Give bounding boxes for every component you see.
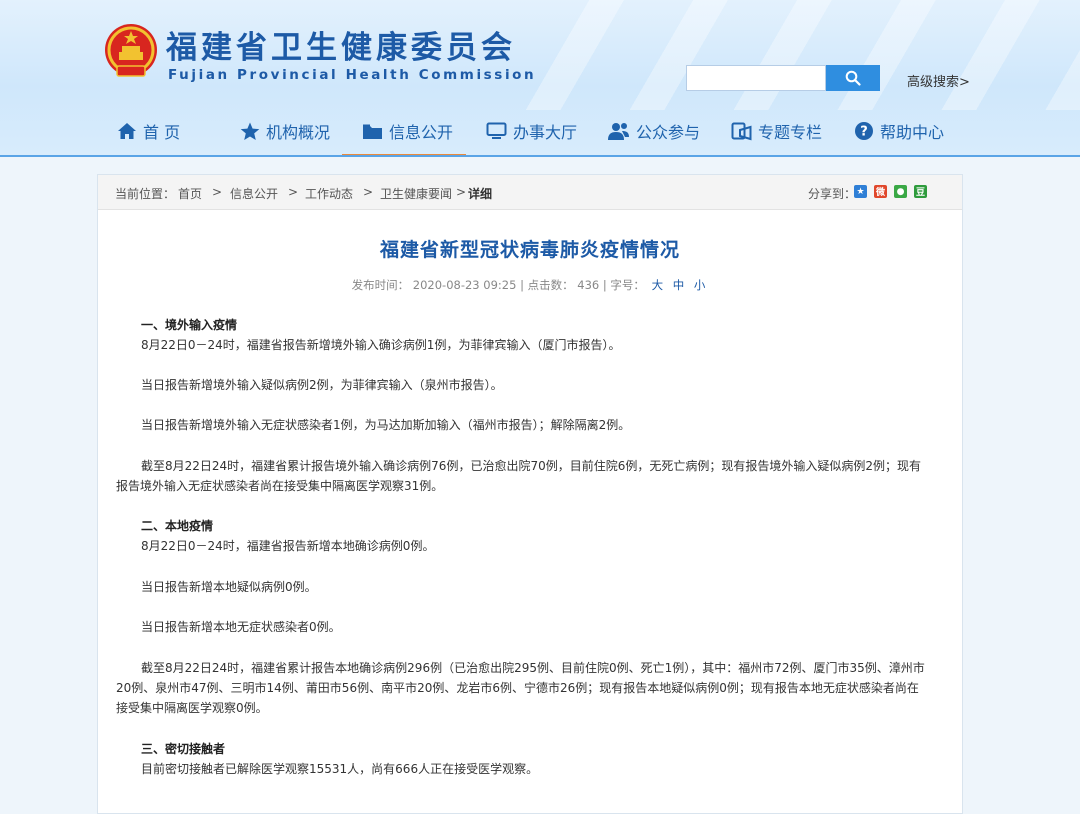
header-decoration xyxy=(520,0,1080,110)
article-panel: 当前位置： 首页 > 信息公开 > 工作动态 > 卫生健康要闻 > 详细 分享到… xyxy=(97,174,963,814)
star-icon xyxy=(240,122,260,141)
breadcrumb-separator: > xyxy=(212,185,223,199)
nav-item-label: 专题专栏 xyxy=(758,123,823,142)
share-weibo-icon[interactable]: 微 xyxy=(874,185,887,198)
section-heading: 三、密切接触者 xyxy=(141,742,226,756)
nav-item-special-topics[interactable]: 专题专栏 xyxy=(731,108,822,154)
paragraph: 当日报告新增境外输入无症状感染者1例，为马达加斯加输入（福州市报告）；解除隔离2… xyxy=(141,418,631,432)
breadcrumb-work-news[interactable]: 工作动态 xyxy=(305,185,353,202)
share-qzone-icon[interactable]: ★ xyxy=(854,185,867,198)
search-icon xyxy=(845,70,861,86)
paragraph: 8月22日0－24时，福建省报告新增本地确诊病例0例。 xyxy=(141,539,435,553)
people-icon xyxy=(607,122,630,141)
nav-item-help-center[interactable]: ? 帮助中心 xyxy=(854,108,944,154)
help-icon: ? xyxy=(854,121,874,141)
search-input[interactable] xyxy=(686,65,826,91)
nav-item-label: 公众参与 xyxy=(636,123,701,142)
national-emblem-icon xyxy=(105,24,157,77)
click-count: 436 xyxy=(577,278,600,292)
nav-item-label: 首 页 xyxy=(143,123,181,142)
breadcrumb-separator: > xyxy=(456,185,467,199)
paragraph-continued: 接受集中隔离医学观察0例。 xyxy=(116,701,268,715)
paragraph: 截至8月22日24时，福建省累计报告境外输入确诊病例76例，已治愈出院70例，目… xyxy=(141,459,921,473)
site-header: 福建省卫生健康委员会 Fujian Provincial Health Comm… xyxy=(0,0,1080,157)
font-size-large-button[interactable]: 大 xyxy=(652,278,664,292)
nav-item-service-hall[interactable]: 办事大厅 xyxy=(486,108,577,154)
section-heading: 一、境外输入疫情 xyxy=(141,318,238,332)
search-button[interactable] xyxy=(826,65,880,91)
nav-item-home[interactable]: 首 页 xyxy=(117,108,180,154)
article-title: 福建省新型冠状病毒肺炎疫情情况 xyxy=(379,239,680,261)
site-subtitle: Fujian Provincial Health Commission xyxy=(168,67,537,83)
font-size-small-button[interactable]: 小 xyxy=(694,278,706,292)
publish-time: 2020-08-23 09:25 xyxy=(412,278,517,292)
breadcrumb-health-news[interactable]: 卫生健康要闻 xyxy=(380,185,452,202)
publish-time-label: 发布时间： xyxy=(351,278,410,292)
paragraph-continued: 报告境外输入无症状感染者尚在接受集中隔离医学观察31例。 xyxy=(116,479,444,493)
svg-text:?: ? xyxy=(860,125,868,140)
font-size-medium-button[interactable]: 中 xyxy=(673,278,685,292)
breadcrumb-info-public[interactable]: 信息公开 xyxy=(230,185,278,202)
share-douban-icon[interactable]: 豆 xyxy=(914,185,927,198)
topic-icon xyxy=(731,122,752,141)
section-heading: 二、本地疫情 xyxy=(141,519,214,533)
article-meta: 发布时间： 2020-08-23 09:25 | 点击数： 436 | 字号： … xyxy=(98,277,962,293)
nav-item-about[interactable]: 机构概况 xyxy=(240,108,330,154)
breadcrumb-current: 详细 xyxy=(468,187,493,201)
advanced-search-link[interactable]: 高级搜索> xyxy=(907,71,970,90)
breadcrumb-separator: > xyxy=(363,185,374,199)
paragraph: 8月22日0－24时，福建省报告新增境外输入确诊病例1例，为菲律宾输入（厦门市报… xyxy=(141,338,621,352)
nav-divider xyxy=(0,155,1080,157)
monitor-icon xyxy=(486,122,507,140)
breadcrumb-prefix: 当前位置： xyxy=(115,187,176,201)
nav-item-label: 帮助中心 xyxy=(880,123,945,142)
breadcrumb: 当前位置： 首页 > 信息公开 > 工作动态 > 卫生健康要闻 > 详细 分享到… xyxy=(98,175,962,210)
paragraph: 当日报告新增本地无症状感染者0例。 xyxy=(141,620,341,634)
folder-icon xyxy=(362,123,383,140)
font-size-label: | 字号： xyxy=(602,278,645,292)
home-icon xyxy=(117,122,137,140)
breadcrumb-home[interactable]: 首页 xyxy=(178,185,202,202)
nav-item-info-public[interactable]: 信息公开 xyxy=(362,108,453,154)
main-nav: 首 页 机构概况 信息公开 办事大厅 公众参与 专题专栏 ? 帮助中心 xyxy=(0,108,1080,157)
nav-item-label: 机构概况 xyxy=(266,123,331,142)
site-title: 福建省卫生健康委员会 xyxy=(166,30,516,66)
nav-item-public-participation[interactable]: 公众参与 xyxy=(607,108,700,154)
paragraph: 截至8月22日24时，福建省累计报告本地确诊病例296例（已治愈出院295例、目… xyxy=(141,661,925,675)
paragraph: 当日报告新增境外输入疑似病例2例，为菲律宾输入（泉州市报告）。 xyxy=(141,378,503,392)
click-count-label: | 点击数： xyxy=(520,278,574,292)
paragraph-continued: 20例、泉州市47例、三明市14例、莆田市56例、南平市20例、龙岩市6例、宁德… xyxy=(116,681,919,695)
share-label: 分享到： xyxy=(808,187,857,201)
share-wechat-icon[interactable]: ● xyxy=(894,185,907,198)
nav-item-label: 信息公开 xyxy=(389,123,454,142)
paragraph: 当日报告新增本地疑似病例0例。 xyxy=(141,580,317,594)
nav-item-label: 办事大厅 xyxy=(513,123,578,142)
breadcrumb-separator: > xyxy=(288,185,299,199)
paragraph: 目前密切接触者已解除医学观察15531人，尚有666人正在接受医学观察。 xyxy=(141,762,539,776)
